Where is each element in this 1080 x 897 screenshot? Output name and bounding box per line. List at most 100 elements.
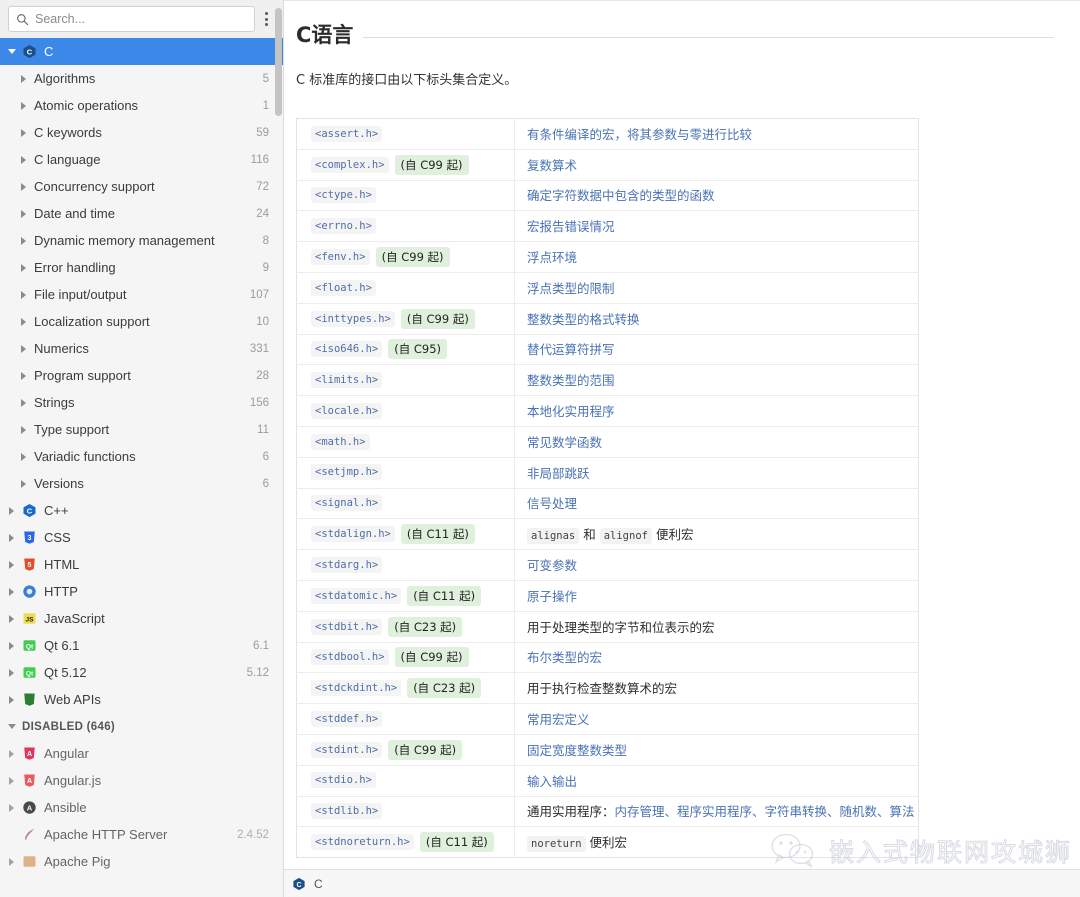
tree-item-concurrency-support[interactable]: Concurrency support 72 (0, 173, 283, 200)
tree-item-c-keywords[interactable]: C keywords 59 (0, 119, 283, 146)
description-text[interactable]: 信号处理 (527, 496, 577, 511)
docset-item-css[interactable]: 3 CSS (0, 524, 283, 551)
chevron-right-icon[interactable] (8, 668, 17, 677)
chevron-right-icon[interactable] (20, 452, 29, 461)
chevron-right-icon[interactable] (8, 749, 17, 758)
search-input[interactable] (35, 12, 247, 26)
description-text[interactable]: 整数类型的范围 (527, 373, 615, 388)
header-link[interactable]: <stdbool.h> (311, 649, 389, 665)
tree-item-type-support[interactable]: Type support 11 (0, 416, 283, 443)
tree-item-variadic-functions[interactable]: Variadic functions 6 (0, 443, 283, 470)
chevron-right-icon[interactable] (20, 155, 29, 164)
chevron-right-icon[interactable] (20, 236, 29, 245)
docset-item-web-apis[interactable]: Web APIs (0, 686, 283, 713)
tree-item-versions[interactable]: Versions 6 (0, 470, 283, 497)
description-text[interactable]: 有条件编译的宏，将其参数与零进行比较 (527, 127, 752, 142)
chevron-right-icon[interactable] (20, 317, 29, 326)
header-link[interactable]: <complex.h> (311, 157, 389, 173)
docset-item-qt-5-12[interactable]: Qt Qt 5.12 5.12 (0, 659, 283, 686)
docset-item-http[interactable]: HTTP (0, 578, 283, 605)
tree-item-strings[interactable]: Strings 156 (0, 389, 283, 416)
chevron-right-icon[interactable] (20, 290, 29, 299)
tree-item-c-language[interactable]: C language 116 (0, 146, 283, 173)
chevron-right-icon[interactable] (8, 695, 17, 704)
header-link[interactable]: <setjmp.h> (311, 464, 382, 480)
noreturn-code[interactable]: noreturn (527, 836, 586, 852)
chevron-right-icon[interactable] (8, 803, 17, 812)
chevron-right-icon[interactable] (8, 560, 17, 569)
chevron-right-icon[interactable] (20, 344, 29, 353)
chevron-down-icon[interactable] (8, 722, 17, 731)
description-text[interactable]: 常用宏定义 (527, 712, 590, 727)
docset-item-qt-6-1[interactable]: Qt Qt 6.1 6.1 (0, 632, 283, 659)
description-text[interactable]: 原子操作 (527, 589, 577, 604)
description-text[interactable]: 确定字符数据中包含的类型的函数 (527, 188, 715, 203)
header-link[interactable]: <limits.h> (311, 372, 382, 388)
chevron-right-icon[interactable] (20, 398, 29, 407)
description-text[interactable]: 固定宽度整数类型 (527, 743, 627, 758)
description-text[interactable]: 本地化实用程序 (527, 404, 615, 419)
header-link[interactable]: <stdio.h> (311, 772, 376, 788)
chevron-right-icon[interactable] (8, 857, 17, 866)
description-text[interactable]: 整数类型的格式转换 (527, 312, 640, 327)
chevron-right-icon[interactable] (20, 182, 29, 191)
tree-item-program-support[interactable]: Program support 28 (0, 362, 283, 389)
chevron-right-icon[interactable] (20, 74, 29, 83)
search-box[interactable] (8, 6, 255, 32)
disabled-docset-item-apache-http-server[interactable]: Apache HTTP Server 2.4.52 (0, 821, 283, 848)
chevron-right-icon[interactable] (20, 128, 29, 137)
description-text[interactable]: 输入输出 (527, 774, 577, 789)
header-link[interactable]: <fenv.h> (311, 249, 370, 265)
header-link[interactable]: <stdint.h> (311, 742, 382, 758)
description-text[interactable]: 非局部跳跃 (527, 466, 590, 481)
chevron-right-icon[interactable] (20, 263, 29, 272)
disabled-docset-item-angular[interactable]: A Angular (0, 740, 283, 767)
chevron-right-icon[interactable] (20, 371, 29, 380)
sidebar-scrollbar[interactable] (275, 8, 282, 116)
header-link[interactable]: <signal.h> (311, 495, 382, 511)
tree-item-error-handling[interactable]: Error handling 9 (0, 254, 283, 281)
description-text[interactable]: 可变参数 (527, 558, 577, 573)
description-text[interactable]: 复数算术 (527, 158, 577, 173)
chevron-right-icon[interactable] (8, 641, 17, 650)
header-link[interactable]: <stdalign.h> (311, 526, 395, 542)
overflow-menu-icon[interactable] (255, 6, 277, 32)
header-link[interactable]: <stdckdint.h> (311, 680, 401, 696)
docset-item-javascript[interactable]: JS JavaScript (0, 605, 283, 632)
disabled-docset-item-angular-js[interactable]: A Angular.js (0, 767, 283, 794)
chevron-right-icon[interactable] (8, 776, 17, 785)
tree-item-localization-support[interactable]: Localization support 10 (0, 308, 283, 335)
header-link[interactable]: <stdbit.h> (311, 619, 382, 635)
disabled-section-header[interactable]: DISABLED (646) (0, 713, 283, 740)
chevron-right-icon[interactable] (20, 209, 29, 218)
header-link[interactable]: <stdatomic.h> (311, 588, 401, 604)
chevron-right-icon[interactable] (20, 101, 29, 110)
header-link[interactable]: <errno.h> (311, 218, 376, 234)
tree-item-algorithms[interactable]: Algorithms 5 (0, 65, 283, 92)
chevron-right-icon[interactable] (8, 533, 17, 542)
description-text[interactable]: 替代运算符拼写 (527, 342, 615, 357)
description-text[interactable]: 宏报告错误情况 (527, 219, 615, 234)
header-link[interactable]: <stdarg.h> (311, 557, 382, 573)
description-text[interactable]: 布尔类型的宏 (527, 650, 602, 665)
header-link[interactable]: <stdnoreturn.h> (311, 834, 414, 850)
tree-item-numerics[interactable]: Numerics 331 (0, 335, 283, 362)
alignas-code[interactable]: alignas (527, 528, 579, 544)
disabled-docset-item-ansible[interactable]: A Ansible (0, 794, 283, 821)
header-link[interactable]: <stddef.h> (311, 711, 382, 727)
header-link[interactable]: <iso646.h> (311, 341, 382, 357)
alignof-code[interactable]: alignof (600, 528, 652, 544)
header-link[interactable]: <math.h> (311, 434, 370, 450)
header-link[interactable]: <ctype.h> (311, 187, 376, 203)
tree-item-c-root[interactable]: C C (0, 38, 283, 65)
chevron-down-icon[interactable] (8, 47, 17, 56)
header-link[interactable]: <stdlib.h> (311, 803, 382, 819)
chevron-right-icon[interactable] (8, 506, 17, 515)
header-link[interactable]: <assert.h> (311, 126, 382, 142)
links[interactable]: 内存管理、程序实用程序、字符串转换、随机数、算法 (615, 804, 915, 819)
header-link[interactable]: <locale.h> (311, 403, 382, 419)
chevron-right-icon[interactable] (8, 614, 17, 623)
chevron-right-icon[interactable] (8, 587, 17, 596)
header-link[interactable]: <float.h> (311, 280, 376, 296)
tree-item-atomic-operations[interactable]: Atomic operations 1 (0, 92, 283, 119)
